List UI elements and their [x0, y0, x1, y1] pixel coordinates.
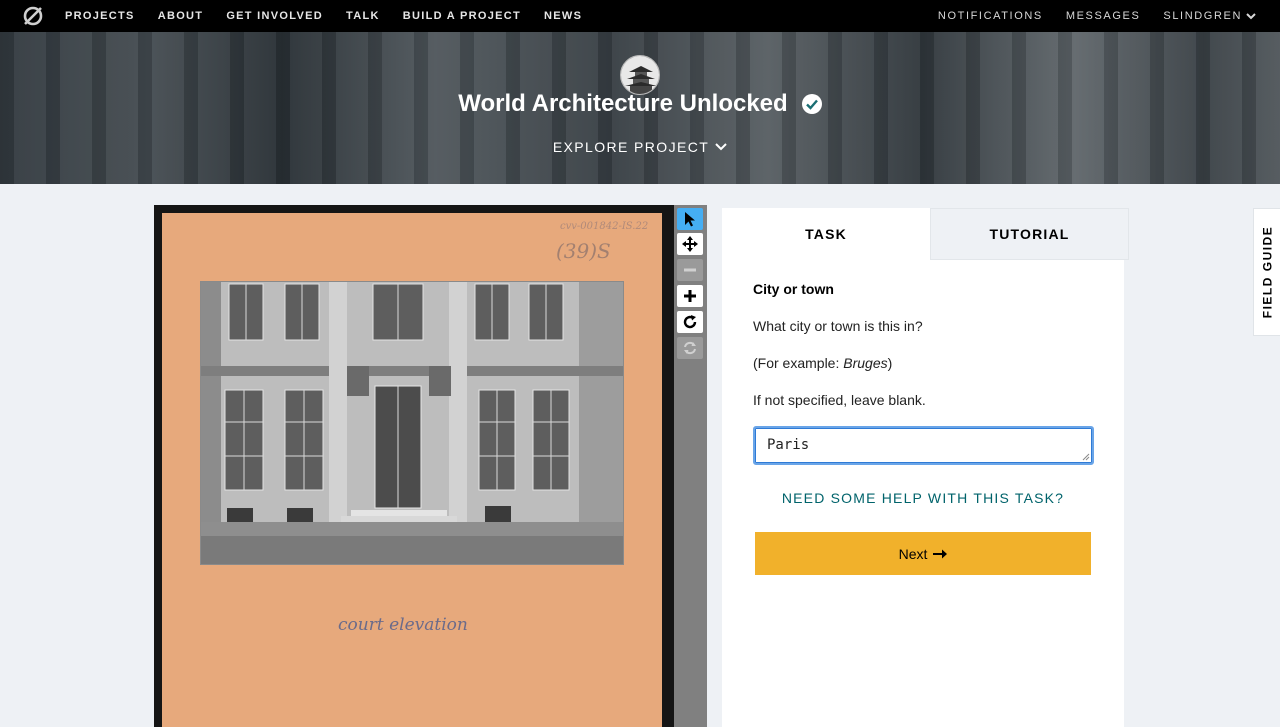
tab-task[interactable]: TASK	[722, 208, 930, 260]
project-title-text: World Architecture Unlocked	[458, 90, 788, 117]
zoom-out-icon	[684, 268, 696, 272]
nav-projects[interactable]: PROJECTS	[65, 10, 135, 22]
rotate-icon	[683, 315, 697, 329]
user-name: SLINDGREN	[1163, 10, 1242, 22]
zoom-in-button[interactable]	[677, 285, 703, 307]
task-panel: TASK TUTORIAL City or town What city or …	[722, 208, 1129, 727]
explore-project-menu[interactable]: EXPLORE PROJECT	[0, 139, 1280, 155]
arrow-right-icon	[933, 549, 948, 558]
pointer-icon	[685, 212, 695, 227]
nav-main-links: PROJECTS ABOUT GET INVOLVED TALK BUILD A…	[65, 0, 605, 32]
user-menu[interactable]: SLINDGREN	[1163, 10, 1256, 22]
pointer-tool-button[interactable]	[677, 208, 703, 230]
reset-icon	[684, 341, 696, 355]
rotate-button[interactable]	[677, 311, 703, 333]
subject-code-handwriting: cvv-001842-IS.22	[560, 221, 649, 232]
explore-project-label: EXPLORE PROJECT	[552, 139, 710, 155]
example-suffix: )	[887, 355, 893, 371]
example-value: Bruges	[843, 355, 888, 371]
tab-tutorial[interactable]: TUTORIAL	[930, 208, 1129, 260]
answer-textarea[interactable]: Paris	[753, 426, 1094, 465]
subject-card-image: cvv-001842-IS.22 (39)S court elevation	[162, 213, 662, 727]
chevron-down-icon	[1246, 12, 1256, 19]
project-avatar[interactable]	[620, 55, 660, 95]
project-title: World Architecture Unlocked	[0, 90, 1280, 118]
next-button-label: Next	[898, 545, 928, 562]
subject-caption-handwriting: court elevation	[338, 615, 468, 635]
field-guide-tab[interactable]: FIELD GUIDE	[1253, 208, 1280, 336]
nav-talk[interactable]: TALK	[346, 10, 380, 22]
nav-news[interactable]: NEWS	[544, 10, 582, 22]
nav-user-links: NOTIFICATIONS MESSAGES SLINDGREN	[915, 0, 1256, 32]
subject-number-handwriting: (39)S	[556, 239, 611, 263]
nav-about[interactable]: ABOUT	[158, 10, 204, 22]
viewer-toolbar	[674, 205, 707, 727]
nav-get-involved[interactable]: GET INVOLVED	[226, 10, 323, 22]
resize-handle-icon[interactable]	[1082, 453, 1090, 461]
question-title: City or town	[753, 281, 834, 297]
task-help-link[interactable]: NEED SOME HELP WITH THIS TASK?	[722, 490, 1124, 506]
zoom-out-button[interactable]	[677, 259, 703, 281]
answer-value: Paris	[767, 437, 810, 453]
nav-messages[interactable]: MESSAGES	[1066, 10, 1141, 22]
question-text: What city or town is this in?	[753, 318, 923, 334]
question-instruction: If not specified, leave blank.	[753, 392, 926, 408]
next-button[interactable]: Next	[755, 532, 1091, 575]
reset-view-button[interactable]	[677, 337, 703, 359]
question-example: (For example: Bruges)	[753, 355, 892, 371]
zoom-in-icon	[684, 290, 696, 302]
zooniverse-logo-icon[interactable]	[22, 5, 44, 27]
chevron-down-icon	[715, 143, 727, 151]
nav-notifications[interactable]: NOTIFICATIONS	[938, 10, 1043, 22]
project-hero-banner: World Architecture Unlocked EXPLORE PROJ…	[0, 32, 1280, 184]
field-guide-label: FIELD GUIDE	[1260, 225, 1275, 319]
subject-viewer[interactable]: cvv-001842-IS.22 (39)S court elevation	[154, 205, 674, 727]
example-prefix: (For example:	[753, 355, 844, 371]
move-tool-button[interactable]	[677, 233, 703, 255]
verified-check-icon	[801, 94, 822, 114]
top-navigation: PROJECTS ABOUT GET INVOLVED TALK BUILD A…	[0, 0, 1280, 32]
nav-build-a-project[interactable]: BUILD A PROJECT	[403, 10, 521, 22]
building-photograph	[200, 281, 624, 565]
move-icon	[682, 236, 698, 252]
